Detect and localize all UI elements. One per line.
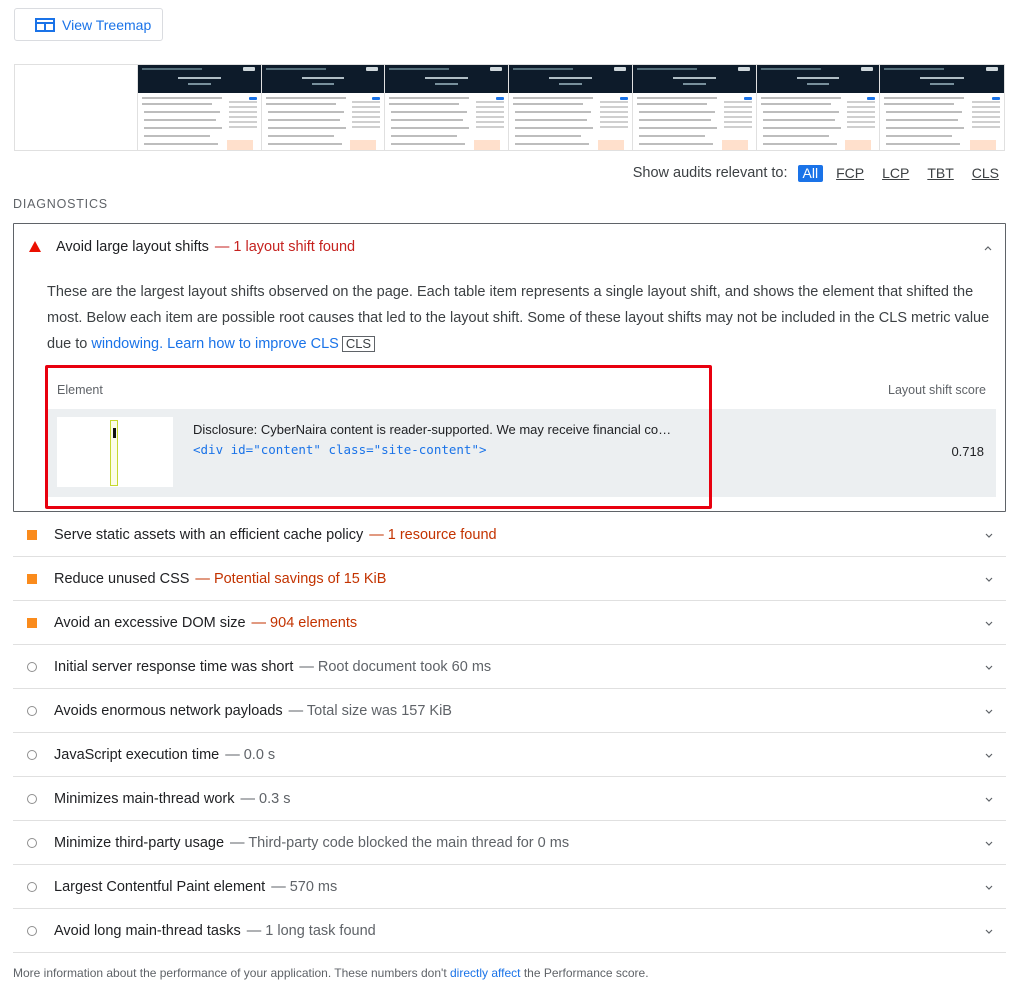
- audit-summary: — 904 elements: [251, 614, 358, 631]
- audit-long-tasks[interactable]: Avoid long main-thread tasks — 1 long ta…: [13, 909, 1006, 953]
- average-square-icon: [27, 573, 37, 584]
- audit-title: Avoid an excessive DOM size: [54, 614, 246, 631]
- directly-affect-link[interactable]: directly affect: [450, 966, 520, 980]
- audit-summary: — 1 layout shift found: [214, 238, 356, 255]
- audit-title: Reduce unused CSS: [54, 570, 190, 587]
- audit-lcp-element[interactable]: Largest Contentful Paint element — 570 m…: [13, 865, 1006, 909]
- filmstrip-frame: [137, 65, 262, 150]
- layout-shift-score-value: 0.718: [951, 444, 984, 459]
- audit-description: These are the largest layout shifts obse…: [47, 279, 997, 357]
- audit-title: Minimizes main-thread work: [54, 790, 235, 807]
- cls-badge: CLS: [341, 336, 376, 352]
- audit-title: Avoid long main-thread tasks: [54, 922, 241, 939]
- chevron-up-icon[interactable]: [982, 242, 994, 254]
- audit-server-response[interactable]: Initial server response time was short —…: [13, 645, 1006, 689]
- audit-layout-shifts: Avoid large layout shifts — 1 layout shi…: [13, 223, 1006, 512]
- audit-summary: — 0.0 s: [225, 746, 276, 763]
- audit-summary: — Third-party code blocked the main thre…: [230, 834, 570, 851]
- footer-text-after: the Performance score.: [523, 966, 649, 980]
- info-circle-icon: [27, 925, 37, 936]
- column-element: Element: [57, 383, 103, 397]
- filter-chip-lcp[interactable]: LCP: [877, 165, 914, 182]
- audit-title: Largest Contentful Paint element: [54, 878, 266, 895]
- filter-chip-fcp[interactable]: FCP: [831, 165, 869, 182]
- filter-chip-cls[interactable]: CLS: [967, 165, 1004, 182]
- fail-triangle-icon: [29, 241, 41, 252]
- filter-chip-tbt[interactable]: TBT: [922, 165, 958, 182]
- filmstrip-frame: [756, 65, 881, 150]
- chevron-down-icon[interactable]: [983, 793, 995, 805]
- table-header: Element Layout shift score: [47, 371, 996, 409]
- windowing-link[interactable]: windowing.: [91, 336, 163, 352]
- info-circle-icon: [27, 749, 37, 760]
- chevron-down-icon[interactable]: [983, 749, 995, 761]
- audit-summary: — 570 ms: [271, 878, 338, 895]
- audit-js-execution[interactable]: JavaScript execution time — 0.0 s: [13, 733, 1006, 777]
- chevron-down-icon[interactable]: [983, 617, 995, 629]
- audit-dom-size[interactable]: Avoid an excessive DOM size — 904 elemen…: [13, 601, 1006, 645]
- audit-summary: — 1 long task found: [246, 922, 376, 939]
- average-square-icon: [27, 617, 37, 628]
- audit-title: Minimize third-party usage: [54, 834, 225, 851]
- audit-summary: — 1 resource found: [369, 526, 497, 543]
- audit-unused-css[interactable]: Reduce unused CSS — Potential savings of…: [13, 557, 1006, 601]
- treemap-icon: [35, 17, 55, 32]
- audit-title: Initial server response time was short: [54, 658, 294, 675]
- filmstrip-frame: [385, 65, 509, 150]
- audit-summary: — 0.3 s: [240, 790, 291, 807]
- audit-summary: — Potential savings of 15 KiB: [195, 570, 387, 587]
- audit-third-party[interactable]: Minimize third-party usage — Third-party…: [13, 821, 1006, 865]
- audit-main-thread-work[interactable]: Minimizes main-thread work — 0.3 s: [13, 777, 1006, 821]
- audit-filter-label: Show audits relevant to:: [632, 165, 788, 181]
- info-circle-icon: [27, 705, 37, 716]
- table-row[interactable]: Disclosure: CyberNaira content is reader…: [47, 409, 996, 497]
- filmstrip-frame: [632, 65, 757, 150]
- filmstrip-frame: [880, 65, 1004, 150]
- element-selector-code[interactable]: <div id="content" class="site-content">: [193, 442, 487, 457]
- audit-title: Serve static assets with an efficient ca…: [54, 526, 364, 543]
- chevron-down-icon[interactable]: [983, 529, 995, 541]
- view-treemap-button[interactable]: View Treemap: [14, 8, 163, 41]
- info-circle-icon: [27, 793, 37, 804]
- audit-cache-policy[interactable]: Serve static assets with an efficient ca…: [13, 513, 1006, 557]
- chevron-down-icon[interactable]: [983, 705, 995, 717]
- lighthouse-report: View Treemap Show audits relevant to: Al…: [0, 0, 1024, 1000]
- audit-filter: Show audits relevant to: All FCP LCP TBT…: [633, 163, 1004, 183]
- diagnostics-heading: DIAGNOSTICS: [13, 197, 108, 211]
- audit-title: Avoid large layout shifts: [56, 238, 209, 255]
- chevron-down-icon[interactable]: [983, 661, 995, 673]
- info-circle-icon: [27, 881, 37, 892]
- filmstrip: [14, 64, 1005, 151]
- element-screenshot-thumbnail[interactable]: [57, 417, 173, 487]
- learn-cls-link[interactable]: Learn how to improve CLS: [167, 336, 339, 352]
- layout-shift-table: Element Layout shift score Disclosure: C…: [47, 371, 996, 497]
- info-circle-icon: [27, 661, 37, 672]
- filmstrip-frame: [509, 65, 633, 150]
- audit-network-payloads[interactable]: Avoids enormous network payloads — Total…: [13, 689, 1006, 733]
- column-layout-shift-score: Layout shift score: [888, 383, 986, 397]
- audit-layout-shifts-header[interactable]: Avoid large layout shifts — 1 layout shi…: [14, 224, 1005, 269]
- view-treemap-label: View Treemap: [62, 16, 152, 33]
- footer-text-before: More information about the performance o…: [13, 966, 447, 980]
- performance-footer-note: More information about the performance o…: [13, 966, 649, 980]
- filter-chip-all[interactable]: All: [797, 164, 824, 182]
- filmstrip-frame-blank: [15, 65, 138, 150]
- average-square-icon: [27, 529, 37, 540]
- audit-title: Avoids enormous network payloads: [54, 702, 283, 719]
- element-snippet-text: Disclosure: CyberNaira content is reader…: [193, 422, 672, 437]
- chevron-down-icon[interactable]: [983, 925, 995, 937]
- filmstrip-frame: [261, 65, 386, 150]
- info-circle-icon: [27, 837, 37, 848]
- chevron-down-icon[interactable]: [983, 881, 995, 893]
- chevron-down-icon[interactable]: [983, 837, 995, 849]
- chevron-down-icon[interactable]: [983, 573, 995, 585]
- audit-summary: — Total size was 157 KiB: [288, 702, 452, 719]
- audit-summary: — Root document took 60 ms: [299, 658, 492, 675]
- audit-title: JavaScript execution time: [54, 746, 220, 763]
